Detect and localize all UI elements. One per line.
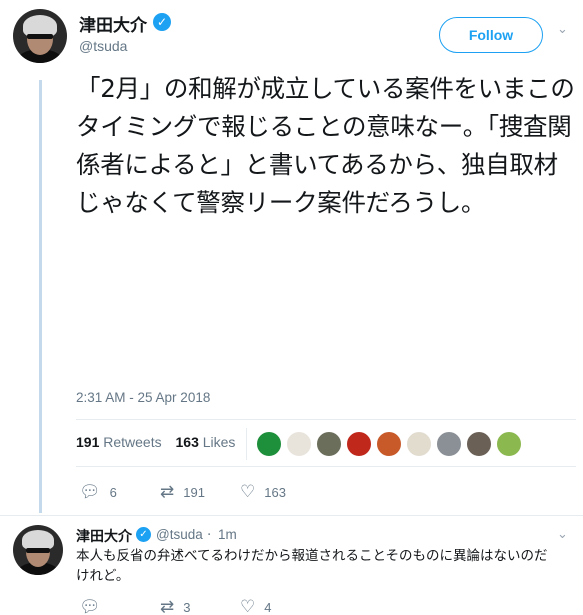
- reply-icon: 💬︎: [79, 482, 101, 501]
- liker-avatar-1[interactable]: [256, 431, 282, 457]
- likes-label[interactable]: Likes: [203, 434, 236, 450]
- follow-button[interactable]: Follow: [439, 17, 543, 53]
- retweet-icon: ⇄: [160, 482, 175, 501]
- reply-author-name[interactable]: 津田大介: [76, 526, 132, 546]
- thread-line: [39, 80, 42, 513]
- like-count: 4: [264, 599, 272, 615]
- like-count: 163: [264, 484, 286, 500]
- stats-separator: [246, 428, 247, 460]
- divider: [76, 466, 576, 467]
- liker-avatar-8[interactable]: [466, 431, 492, 457]
- chevron-down-icon[interactable]: ⌄: [557, 22, 568, 37]
- heart-icon: ♡: [240, 482, 256, 501]
- engagement-stats: 191 Retweets 163 Likes: [76, 434, 235, 450]
- liker-avatar-4[interactable]: [346, 431, 372, 457]
- reply-button[interactable]: 💬︎ 6: [79, 482, 117, 502]
- reply-text: 本人も反省の弁述べてるわけだから報道されることそのものに異論はないのだけれど。: [76, 548, 548, 584]
- separator-dot: ·: [207, 527, 212, 543]
- author-handle[interactable]: @tsuda: [79, 38, 127, 54]
- chevron-down-icon[interactable]: ⌄: [557, 527, 568, 542]
- author-avatar[interactable]: [13, 9, 67, 63]
- retweet-button[interactable]: ⇄ 3: [160, 597, 190, 615]
- liker-avatars: [256, 431, 526, 457]
- reply-count: 6: [109, 484, 117, 500]
- retweets-label[interactable]: Retweets: [103, 434, 161, 450]
- author-name[interactable]: 津田大介: [79, 11, 147, 36]
- liker-avatar-9[interactable]: [496, 431, 522, 457]
- likes-count[interactable]: 163: [176, 434, 199, 450]
- retweet-button[interactable]: ⇄ 191: [160, 482, 205, 502]
- reply-icon: 💬︎: [79, 597, 101, 615]
- like-button[interactable]: ♡ 163: [240, 482, 286, 502]
- retweets-count[interactable]: 191: [76, 434, 99, 450]
- liker-avatar-5[interactable]: [376, 431, 402, 457]
- reply-timestamp[interactable]: 1m: [218, 527, 237, 542]
- liker-avatar-7[interactable]: [436, 431, 462, 457]
- divider: [0, 515, 583, 516]
- like-button[interactable]: ♡ 4: [240, 597, 271, 615]
- liker-avatar-2[interactable]: [286, 431, 312, 457]
- retweet-count: 191: [183, 484, 205, 500]
- verified-badge-icon: ✓: [136, 527, 151, 542]
- reply-author-avatar[interactable]: [13, 525, 63, 575]
- retweet-count: 3: [183, 599, 191, 615]
- heart-icon: ♡: [240, 597, 256, 615]
- liker-avatar-3[interactable]: [316, 431, 342, 457]
- reply-author-handle[interactable]: @tsuda: [156, 527, 203, 542]
- tweet-timestamp[interactable]: 2:31 AM - 25 Apr 2018: [76, 390, 210, 405]
- verified-badge-icon: ✓: [153, 13, 171, 31]
- tweet-text: 「2月」の和解が成立している案件をいまこのタイミングで報じることの意味なー。「捜…: [76, 74, 575, 217]
- retweet-icon: ⇄: [160, 597, 175, 615]
- reply-button[interactable]: 💬︎: [79, 597, 110, 615]
- divider: [76, 419, 576, 420]
- liker-avatar-6[interactable]: [406, 431, 432, 457]
